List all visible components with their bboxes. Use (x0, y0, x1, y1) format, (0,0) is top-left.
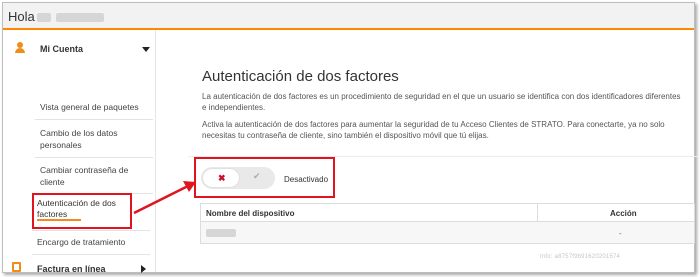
description-paragraph: La autenticación de dos factores es un p… (202, 92, 681, 112)
document-icon (12, 262, 21, 272)
chevron-right-icon[interactable] (141, 265, 146, 273)
column-header-device: Nombre del dispositivo (206, 209, 295, 218)
sidebar-item-cambio-datos[interactable]: Cambio de los datos personales (40, 127, 130, 151)
chevron-down-icon[interactable] (142, 47, 150, 52)
redacted-surname (56, 13, 104, 22)
highlight-box-toggle (194, 157, 335, 198)
divider (35, 119, 153, 120)
row-action: - (619, 229, 622, 238)
user-icon (15, 42, 25, 53)
sidebar-item-encargo[interactable]: Encargo de tratamiento (37, 236, 145, 248)
instructions-paragraph: Activa la autenticación de dos factores … (202, 120, 665, 140)
highlight-box-sidebar (32, 193, 132, 229)
sidebar-item-cambiar-contrasena[interactable]: Cambiar contraseña de cliente (40, 164, 140, 188)
greeting: Hola (8, 9, 35, 24)
column-divider (537, 203, 538, 221)
divider (32, 230, 150, 231)
sidebar-section-mi-cuenta[interactable]: Mi Cuenta (40, 44, 83, 54)
info-code: Info: a8757f9b91620201574 (540, 254, 621, 260)
redacted-name (37, 13, 51, 22)
column-header-action: Acción (610, 209, 637, 218)
sidebar-section-factura[interactable]: Factura en línea (37, 264, 106, 274)
sidebar-item-vista-general[interactable]: Vista general de paquetes (40, 101, 148, 113)
redacted-device-name (206, 229, 236, 237)
top-bar: Hola (3, 3, 694, 30)
divider (35, 157, 153, 158)
page-title: Autenticación de dos factores (202, 68, 399, 85)
divider (32, 254, 150, 255)
